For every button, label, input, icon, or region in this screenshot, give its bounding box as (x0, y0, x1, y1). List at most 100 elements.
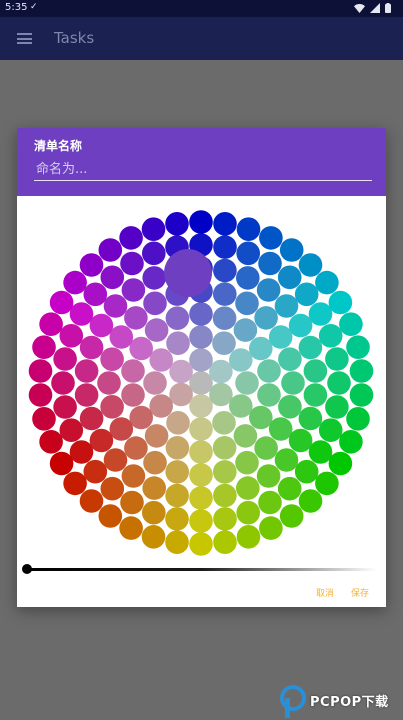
color-swatch[interactable] (303, 383, 328, 407)
color-swatch[interactable] (166, 331, 190, 355)
color-swatch[interactable] (53, 395, 77, 419)
color-swatch[interactable] (89, 313, 114, 338)
color-swatch[interactable] (28, 359, 53, 383)
color-swatch[interactable] (325, 347, 349, 371)
color-swatch[interactable] (236, 241, 260, 266)
color-swatch[interactable] (212, 411, 236, 435)
color-swatch[interactable] (59, 418, 84, 442)
color-swatch[interactable] (339, 312, 363, 336)
color-swatch[interactable] (258, 251, 282, 276)
color-swatch[interactable] (268, 325, 293, 349)
color-swatch[interactable] (51, 371, 75, 395)
color-swatch[interactable] (274, 294, 299, 318)
color-swatch[interactable] (124, 436, 148, 460)
color-swatch[interactable] (119, 516, 143, 540)
color-swatch[interactable] (149, 348, 173, 372)
color-swatch[interactable] (189, 486, 213, 510)
color-wheel[interactable] (17, 196, 386, 561)
color-swatch[interactable] (229, 348, 253, 372)
color-swatch[interactable] (121, 383, 145, 407)
color-swatch[interactable] (254, 306, 278, 330)
color-swatch[interactable] (165, 436, 190, 460)
save-button[interactable]: 保存 (348, 584, 372, 601)
color-swatch[interactable] (213, 258, 237, 283)
color-swatch[interactable] (235, 291, 259, 316)
color-swatch[interactable] (346, 407, 370, 431)
color-swatch[interactable] (109, 417, 134, 441)
color-swatch[interactable] (63, 471, 87, 496)
color-swatch[interactable] (83, 459, 108, 484)
color-swatch[interactable] (129, 336, 153, 361)
color-swatch[interactable] (142, 241, 166, 266)
color-swatch[interactable] (318, 418, 343, 442)
color-swatch[interactable] (79, 406, 104, 431)
color-swatch[interactable] (109, 325, 134, 349)
color-swatch[interactable] (189, 440, 213, 464)
color-swatch[interactable] (298, 253, 323, 277)
color-swatch[interactable] (142, 476, 166, 500)
color-swatch[interactable] (100, 395, 124, 419)
color-swatch[interactable] (169, 359, 193, 384)
color-swatch[interactable] (279, 504, 304, 528)
color-swatch[interactable] (69, 440, 94, 464)
color-swatch[interactable] (119, 226, 143, 250)
color-swatch[interactable] (298, 406, 323, 431)
color-swatch[interactable] (32, 335, 56, 359)
color-swatch[interactable] (325, 395, 349, 419)
color-swatch[interactable] (288, 313, 313, 338)
color-swatch[interactable] (79, 335, 104, 360)
color-swatch[interactable] (235, 371, 259, 395)
selected-color-indicator[interactable] (164, 249, 212, 297)
color-swatch[interactable] (166, 411, 190, 435)
color-swatch[interactable] (59, 324, 84, 348)
color-swatch[interactable] (143, 450, 167, 475)
color-swatch[interactable] (79, 489, 104, 513)
color-swatch[interactable] (315, 270, 339, 295)
color-swatch[interactable] (189, 371, 213, 395)
color-swatch[interactable] (279, 238, 304, 262)
color-swatch[interactable] (120, 251, 144, 276)
color-swatch[interactable] (274, 448, 299, 472)
color-swatch[interactable] (103, 448, 128, 472)
color-swatch[interactable] (328, 451, 353, 476)
color-swatch[interactable] (236, 525, 261, 549)
color-swatch[interactable] (213, 282, 237, 306)
color-swatch[interactable] (249, 405, 273, 430)
color-swatch[interactable] (294, 459, 319, 484)
color-swatch[interactable] (49, 451, 74, 476)
color-swatch[interactable] (165, 530, 189, 554)
color-swatch[interactable] (63, 270, 87, 295)
color-swatch[interactable] (308, 302, 333, 326)
color-swatch[interactable] (213, 530, 237, 554)
color-swatch[interactable] (165, 460, 189, 484)
color-swatch[interactable] (212, 331, 236, 355)
color-swatch[interactable] (236, 500, 260, 525)
cancel-button[interactable]: 取消 (313, 584, 337, 601)
color-swatch[interactable] (281, 371, 305, 395)
color-swatch[interactable] (213, 235, 237, 259)
color-swatch[interactable] (254, 436, 278, 460)
color-swatch[interactable] (142, 266, 166, 290)
color-swatch[interactable] (189, 210, 213, 234)
color-swatch[interactable] (121, 278, 146, 302)
color-swatch[interactable] (189, 509, 213, 533)
color-swatch[interactable] (124, 306, 148, 330)
color-swatch[interactable] (328, 290, 353, 315)
color-swatch[interactable] (236, 217, 261, 241)
color-swatch[interactable] (236, 476, 260, 500)
color-swatch[interactable] (189, 417, 213, 441)
color-swatch[interactable] (79, 253, 104, 277)
color-swatch[interactable] (294, 282, 319, 307)
color-swatch[interactable] (28, 383, 53, 407)
color-swatch[interactable] (308, 440, 333, 464)
color-swatch[interactable] (213, 483, 237, 508)
list-name-input[interactable] (34, 158, 372, 181)
color-swatch[interactable] (236, 266, 260, 290)
color-swatch[interactable] (189, 532, 213, 556)
color-swatch[interactable] (169, 382, 193, 407)
color-swatch[interactable] (278, 347, 302, 371)
color-swatch[interactable] (346, 335, 370, 359)
color-swatch[interactable] (298, 335, 323, 360)
color-swatch[interactable] (32, 407, 56, 431)
color-swatch[interactable] (69, 302, 94, 326)
